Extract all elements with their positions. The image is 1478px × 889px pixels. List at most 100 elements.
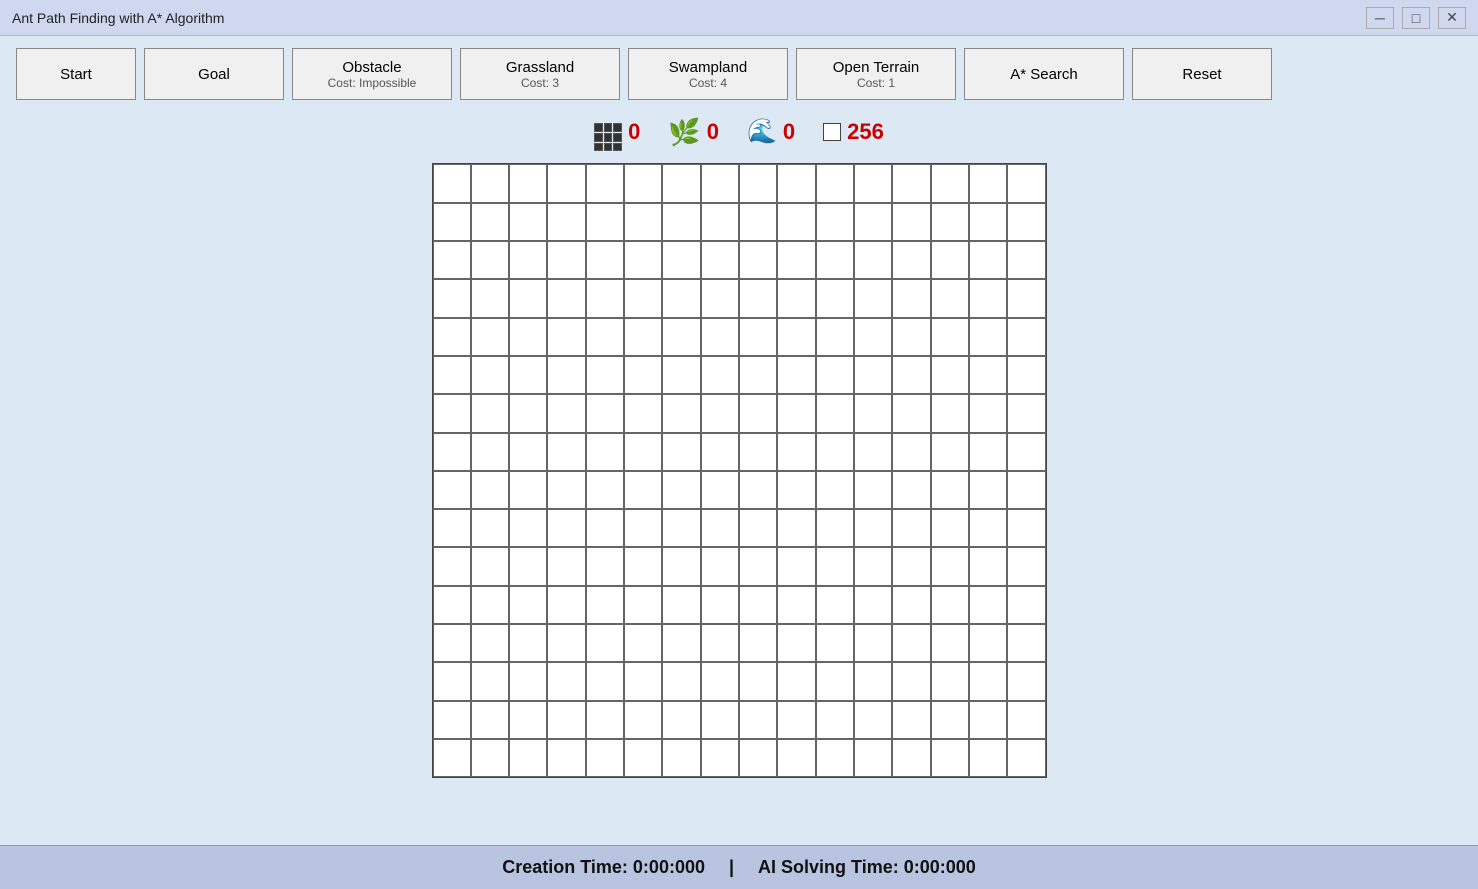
- grid-cell[interactable]: [662, 739, 700, 777]
- grid-cell[interactable]: [624, 318, 662, 356]
- grid-cell[interactable]: [854, 739, 892, 777]
- grid-cell[interactable]: [662, 509, 700, 547]
- grid-cell[interactable]: [816, 279, 854, 317]
- grid-cell[interactable]: [969, 318, 1007, 356]
- grid-cell[interactable]: [471, 586, 509, 624]
- grid-cell[interactable]: [586, 356, 624, 394]
- grid-cell[interactable]: [509, 509, 547, 547]
- grid-cell[interactable]: [816, 624, 854, 662]
- grid-cell[interactable]: [624, 471, 662, 509]
- grid-cell[interactable]: [969, 739, 1007, 777]
- grid-cell[interactable]: [624, 739, 662, 777]
- grid-cell[interactable]: [1007, 739, 1045, 777]
- grid-cell[interactable]: [547, 701, 585, 739]
- grid-cell[interactable]: [816, 471, 854, 509]
- grid-cell[interactable]: [662, 624, 700, 662]
- grid-cell[interactable]: [509, 701, 547, 739]
- grid-cell[interactable]: [931, 164, 969, 202]
- grid-cell[interactable]: [586, 241, 624, 279]
- grid-cell[interactable]: [892, 203, 930, 241]
- grid-cell[interactable]: [586, 547, 624, 585]
- grid-cell[interactable]: [547, 394, 585, 432]
- grid-cell[interactable]: [471, 739, 509, 777]
- grid-cell[interactable]: [931, 701, 969, 739]
- grid-cell[interactable]: [433, 739, 471, 777]
- grid-cell[interactable]: [777, 701, 815, 739]
- grid-cell[interactable]: [662, 279, 700, 317]
- grid-cell[interactable]: [701, 433, 739, 471]
- grassland-button[interactable]: Grassland Cost: 3: [460, 48, 620, 100]
- reset-button[interactable]: Reset: [1132, 48, 1272, 100]
- grid-cell[interactable]: [816, 241, 854, 279]
- grid-cell[interactable]: [624, 701, 662, 739]
- grid-cell[interactable]: [624, 394, 662, 432]
- grid-cell[interactable]: [854, 203, 892, 241]
- grid-cell[interactable]: [854, 509, 892, 547]
- grid-cell[interactable]: [854, 547, 892, 585]
- grid-cell[interactable]: [854, 433, 892, 471]
- grid-cell[interactable]: [471, 318, 509, 356]
- grid-cell[interactable]: [816, 394, 854, 432]
- close-button[interactable]: ✕: [1438, 7, 1466, 29]
- grid-cell[interactable]: [433, 701, 471, 739]
- grid-cell[interactable]: [777, 739, 815, 777]
- grid-cell[interactable]: [624, 279, 662, 317]
- grid-cell[interactable]: [586, 164, 624, 202]
- astar-button[interactable]: A* Search: [964, 48, 1124, 100]
- grid-cell[interactable]: [892, 547, 930, 585]
- grid-cell[interactable]: [816, 739, 854, 777]
- grid-cell[interactable]: [777, 279, 815, 317]
- grid-cell[interactable]: [624, 164, 662, 202]
- grid-cell[interactable]: [547, 318, 585, 356]
- grid-cell[interactable]: [892, 586, 930, 624]
- grid-cell[interactable]: [509, 471, 547, 509]
- grid-cell[interactable]: [892, 739, 930, 777]
- grid-cell[interactable]: [509, 624, 547, 662]
- grid-cell[interactable]: [701, 318, 739, 356]
- grid-cell[interactable]: [586, 739, 624, 777]
- grid-cell[interactable]: [739, 547, 777, 585]
- grid-cell[interactable]: [433, 356, 471, 394]
- grid-cell[interactable]: [931, 203, 969, 241]
- grid-cell[interactable]: [931, 471, 969, 509]
- grid-cell[interactable]: [892, 164, 930, 202]
- grid-cell[interactable]: [547, 547, 585, 585]
- grid-cell[interactable]: [739, 279, 777, 317]
- grid-cell[interactable]: [969, 394, 1007, 432]
- grid-cell[interactable]: [1007, 509, 1045, 547]
- grid-cell[interactable]: [816, 509, 854, 547]
- grid-cell[interactable]: [509, 241, 547, 279]
- minimize-button[interactable]: ─: [1366, 7, 1394, 29]
- grid-cell[interactable]: [854, 394, 892, 432]
- grid-cell[interactable]: [854, 624, 892, 662]
- grid-cell[interactable]: [931, 356, 969, 394]
- grid-cell[interactable]: [969, 241, 1007, 279]
- grid-cell[interactable]: [586, 203, 624, 241]
- grid-cell[interactable]: [931, 394, 969, 432]
- grid-cell[interactable]: [624, 586, 662, 624]
- grid-cell[interactable]: [509, 662, 547, 700]
- grid-cell[interactable]: [739, 739, 777, 777]
- open-terrain-button[interactable]: Open Terrain Cost: 1: [796, 48, 956, 100]
- grid-cell[interactable]: [931, 739, 969, 777]
- grid-cell[interactable]: [433, 471, 471, 509]
- grid-cell[interactable]: [701, 241, 739, 279]
- grid-cell[interactable]: [854, 279, 892, 317]
- grid-cell[interactable]: [854, 586, 892, 624]
- grid-cell[interactable]: [701, 394, 739, 432]
- grid-cell[interactable]: [471, 203, 509, 241]
- grid-cell[interactable]: [662, 318, 700, 356]
- grid-cell[interactable]: [816, 701, 854, 739]
- grid-cell[interactable]: [739, 586, 777, 624]
- grid-cell[interactable]: [816, 433, 854, 471]
- grid-cell[interactable]: [586, 471, 624, 509]
- grid-cell[interactable]: [433, 203, 471, 241]
- grid-cell[interactable]: [1007, 279, 1045, 317]
- grid-cell[interactable]: [471, 164, 509, 202]
- grid-cell[interactable]: [624, 433, 662, 471]
- grid-cell[interactable]: [1007, 701, 1045, 739]
- grid-cell[interactable]: [816, 547, 854, 585]
- grid-cell[interactable]: [931, 241, 969, 279]
- grid-cell[interactable]: [739, 471, 777, 509]
- grid-cell[interactable]: [624, 509, 662, 547]
